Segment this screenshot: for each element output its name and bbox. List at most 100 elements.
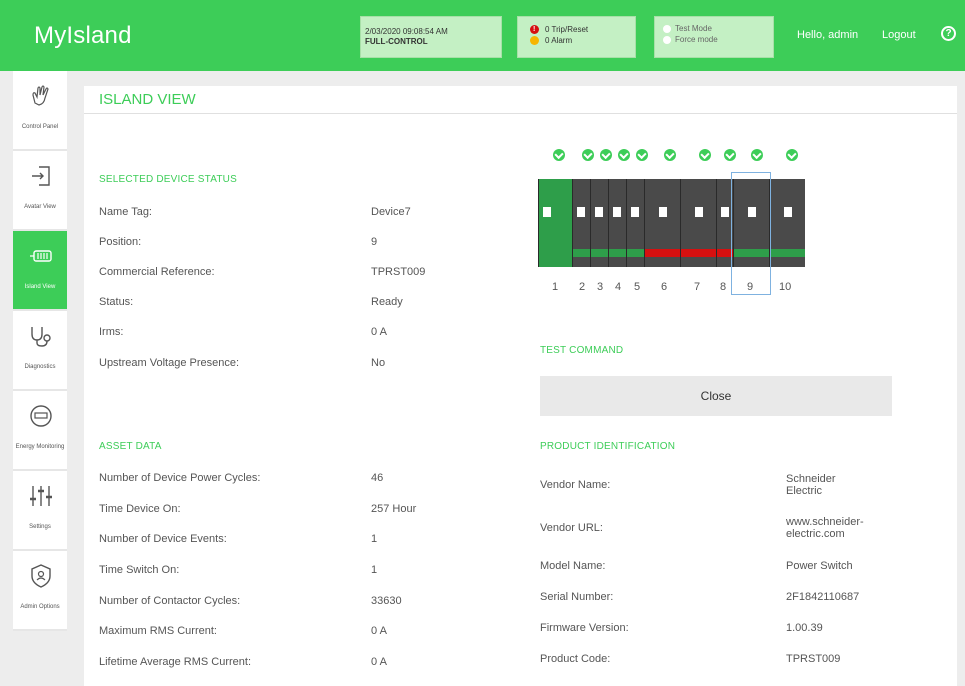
island-view-panel: ISLAND VIEW SELECTED DEVICE STATUS Name …: [84, 86, 957, 686]
status-label: Name Tag:: [99, 206, 152, 218]
device-module[interactable]: [680, 179, 716, 267]
device-number: 4: [615, 281, 622, 293]
asset-value: 1: [371, 533, 378, 545]
sidebar-item-label: Control Panel: [21, 124, 59, 130]
device-ok-icon: [724, 149, 736, 161]
device-number: 8: [720, 281, 727, 293]
status-label: Irms:: [99, 326, 124, 338]
device-ok-icon: [618, 149, 630, 161]
section-heading-product-identification: PRODUCT IDENTIFICATION: [540, 441, 676, 452]
sidebar-item-control-panel[interactable]: Control Panel: [13, 71, 67, 151]
sliders-icon: [30, 486, 52, 506]
asset-value: 257 Hour: [371, 503, 417, 515]
device-ok-icon: [553, 149, 565, 161]
sidebar-item-label: Island View: [24, 284, 56, 290]
app-title: MyIsland: [34, 22, 132, 49]
hand-icon: [32, 85, 49, 106]
status-value: TPRST009: [371, 266, 426, 278]
warning-icon: [530, 36, 539, 45]
asset-value: 46: [371, 472, 384, 484]
top-bar: MyIsland 2/03/2020 09:08:54 AM FULL-CONT…: [0, 0, 965, 71]
device-module[interactable]: [608, 179, 626, 267]
datetime-panel: 2/03/2020 09:08:54 AM FULL-CONTROL: [360, 16, 502, 58]
device-number: 3: [597, 281, 604, 293]
sidebar-item-avatar-view[interactable]: Avatar View: [13, 151, 67, 231]
alerts-panel[interactable]: 0 Trip/Reset 0 Alarm: [517, 16, 636, 58]
device-number: 5: [634, 281, 641, 293]
selected-device-highlight: [731, 172, 771, 295]
test-mode-option[interactable]: Test Mode: [663, 23, 773, 34]
asset-value: 33630: [371, 595, 402, 607]
asset-label: Time Device On:: [99, 503, 181, 515]
sidebar-item-settings[interactable]: Settings: [13, 471, 67, 551]
sidebar-item-energy-monitoring[interactable]: Energy Monitoring: [13, 391, 67, 471]
product-label: Vendor Name:: [540, 479, 611, 491]
title-divider: [84, 113, 957, 114]
device-ok-icon: [636, 149, 648, 161]
force-mode-option[interactable]: Force mode: [663, 34, 773, 45]
asset-value: 0 A: [371, 656, 387, 668]
login-icon: [32, 166, 50, 186]
sidebar-item-diagnostics[interactable]: Diagnostics: [13, 311, 67, 391]
close-button[interactable]: Close: [540, 376, 892, 416]
sidebar-item-admin-options[interactable]: Admin Options: [13, 551, 67, 631]
sidebar-item-label: Energy Monitoring: [15, 444, 65, 450]
device-ok-icon: [582, 149, 594, 161]
section-heading-asset-data: ASSET DATA: [99, 441, 162, 452]
status-value: 9: [371, 236, 378, 248]
asset-label: Lifetime Average RMS Current:: [99, 656, 252, 668]
device-module[interactable]: [590, 179, 608, 267]
sidebar-item-label: Diagnostics: [24, 364, 56, 370]
sidebar-item-label: Avatar View: [24, 204, 56, 210]
sidebar-item-label: Settings: [29, 524, 51, 530]
test-mode-label: Test Mode: [675, 24, 712, 33]
device-number: 6: [661, 281, 668, 293]
device-module[interactable]: [644, 179, 680, 267]
product-value: Schneider Electric: [786, 473, 836, 497]
device-island-graphic: 1 2 3 4 5 6 7 8 9 10: [534, 136, 834, 296]
stethoscope-icon: [31, 327, 51, 347]
force-mode-label: Force mode: [675, 35, 718, 44]
battery-icon: [30, 250, 52, 262]
asset-label: Time Switch On:: [99, 564, 180, 576]
page-title: ISLAND VIEW: [99, 91, 196, 108]
device-module[interactable]: [572, 179, 590, 267]
device-ok-icon: [751, 149, 763, 161]
product-label: Serial Number:: [540, 591, 614, 603]
status-label: Position:: [99, 236, 142, 248]
sidebar-item-island-view[interactable]: Island View: [13, 231, 67, 311]
product-label: Product Code:: [540, 653, 611, 665]
device-module[interactable]: [626, 179, 644, 267]
product-label: Firmware Version:: [540, 622, 629, 634]
shield-icon: [31, 564, 51, 588]
sidebar-item-label: Admin Options: [20, 604, 60, 610]
test-mode-radio[interactable]: [663, 24, 671, 33]
device-ok-icon: [664, 149, 676, 161]
help-icon[interactable]: ?: [941, 26, 956, 41]
device-ok-icon: [699, 149, 711, 161]
logout-link[interactable]: Logout: [882, 29, 916, 41]
device-number: 1: [552, 281, 559, 293]
status-label: Status:: [99, 296, 134, 308]
product-value: 2F1842110687: [786, 591, 860, 603]
device-module[interactable]: [769, 179, 805, 267]
force-mode-radio[interactable]: [663, 35, 671, 44]
user-greeting: Hello, admin: [797, 29, 859, 41]
asset-label: Number of Device Events:: [99, 533, 227, 545]
alarm-count: 0 Alarm: [545, 36, 573, 45]
section-heading-device-status: SELECTED DEVICE STATUS: [99, 174, 237, 185]
status-label: Upstream Voltage Presence:: [99, 357, 240, 369]
mode-panel: Test Mode Force mode: [654, 16, 774, 58]
section-heading-test-command: TEST COMMAND: [540, 345, 624, 356]
product-value: TPRST009: [786, 653, 841, 665]
device-number: 2: [579, 281, 586, 293]
device-number: 10: [779, 281, 792, 293]
error-icon: [530, 24, 539, 35]
status-value: Device7: [371, 206, 411, 218]
product-value: www.schneider- electric.com: [786, 516, 864, 540]
product-label: Model Name:: [540, 560, 606, 572]
asset-label: Maximum RMS Current:: [99, 625, 217, 637]
device-module[interactable]: [538, 179, 572, 267]
trip-reset-count: 0 Trip/Reset: [545, 25, 589, 34]
status-value: No: [371, 357, 386, 369]
